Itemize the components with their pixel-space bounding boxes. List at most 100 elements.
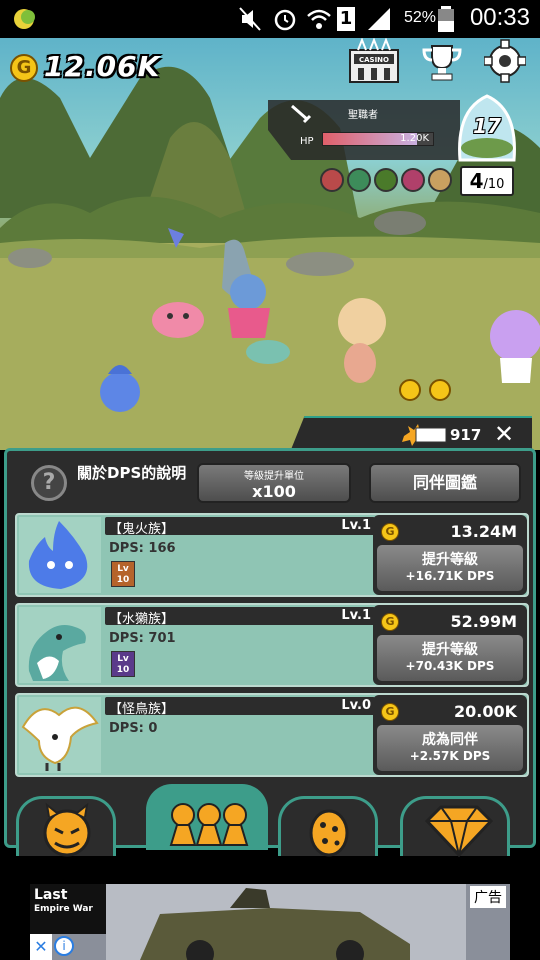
- wave-counter: 4/10: [460, 166, 514, 196]
- hp-label: HP: [300, 136, 314, 147]
- unit-level: Lv.0: [341, 698, 371, 713]
- hp-value: 1.20K: [400, 133, 429, 144]
- level-unit-title: 等級提升單位: [244, 471, 304, 482]
- unit-level: Lv.1: [341, 608, 371, 623]
- gem-icon: [424, 805, 494, 858]
- cost-bar: G 20.00K: [377, 699, 523, 725]
- dps-gain: +70.43K DPS: [405, 659, 495, 673]
- dps-gain: +2.57K DPS: [409, 749, 491, 763]
- battery-percent: 52%: [403, 9, 436, 26]
- wave-current: 4: [469, 169, 484, 193]
- companion-row[interactable]: 【鬼火族】 Lv.1 DPS: 166 Lv 10 G 13.24M 提升等級 +…: [15, 513, 529, 597]
- signal-icon: [368, 8, 390, 30]
- unit-name-bar: 【怪鳥族】 Lv.0: [105, 697, 375, 717]
- upgrade-action[interactable]: 提升等級 +16.71K DPS: [377, 545, 523, 591]
- coin-icon: G: [381, 523, 399, 541]
- cost-bar: G 52.99M: [377, 609, 523, 635]
- battery-icon: [438, 6, 454, 32]
- coin-total: 12.06K: [44, 50, 161, 83]
- egg-icon: [309, 809, 349, 857]
- help-icon[interactable]: ?: [31, 465, 67, 501]
- coin-icon: G: [381, 613, 399, 631]
- upgrade-cost: 52.99M: [450, 612, 517, 631]
- dark-element-icon: [401, 168, 425, 192]
- stage-indicator[interactable]: 17 4/10: [452, 90, 522, 198]
- sim-icon: 1: [337, 7, 355, 31]
- companion-row[interactable]: 【水獺族】 Lv.1 DPS: 701 Lv 10 G 52.99M 提升等級 +…: [15, 603, 529, 687]
- tab-hero[interactable]: [16, 796, 116, 857]
- game-scene[interactable]: G 12.06K CASINO 聖職者 HP 1.20K 17 4/10: [0, 38, 540, 450]
- upgrade-button[interactable]: G 13.24M 提升等級 +16.71K DPS: [373, 515, 527, 595]
- status-bar: 1 52% 00:33: [0, 0, 540, 38]
- unit-level: Lv.1: [341, 518, 371, 533]
- otter-portrait: [19, 607, 101, 683]
- tab-gems[interactable]: [400, 796, 510, 858]
- unit-dps: DPS: 701: [109, 631, 176, 646]
- unit-name: 【鬼火族】: [109, 522, 175, 537]
- stage-number: 17: [473, 114, 501, 138]
- strange-bird-portrait: [19, 697, 101, 773]
- demon-face-icon: [43, 802, 91, 857]
- fire-element-icon: [320, 168, 344, 192]
- ad-close-button[interactable]: ✕: [30, 934, 52, 960]
- earth-element-icon: [374, 168, 398, 192]
- will-o-wisp-portrait: [19, 517, 101, 593]
- bottom-tabs: [4, 784, 536, 858]
- ad-info-icon[interactable]: i: [54, 936, 74, 956]
- alarm-icon: [274, 9, 296, 31]
- casino-icon[interactable]: CASINO: [348, 38, 400, 84]
- unit-dps: DPS: 166: [109, 541, 176, 556]
- gear-icon[interactable]: [484, 38, 526, 84]
- upgrade-label: 提升等級: [422, 552, 478, 568]
- upgrade-cost: 13.24M: [450, 522, 517, 541]
- level-badge: Lv 10: [111, 561, 135, 587]
- tab-eggs[interactable]: [278, 796, 378, 857]
- unit-name-bar: 【水獺族】 Lv.1: [105, 607, 375, 627]
- wave-total: /10: [483, 177, 505, 192]
- unit-dps: DPS: 0: [109, 721, 158, 736]
- level-badge: Lv 10: [111, 651, 135, 677]
- launcher-icon: [14, 9, 35, 29]
- unit-name: 【水獺族】: [109, 612, 175, 627]
- recruit-button[interactable]: G 20.00K 成為同伴 +2.57K DPS: [373, 695, 527, 775]
- mute-icon: [239, 7, 261, 31]
- clock: 00:33: [469, 4, 530, 31]
- light-element-icon: [428, 168, 452, 192]
- companion-row[interactable]: 【怪鳥族】 Lv.0 DPS: 0 G 20.00K 成為同伴 +2.57K D…: [15, 693, 529, 777]
- kill-count: 917: [450, 426, 482, 444]
- level-unit-value: x100: [252, 482, 296, 501]
- tab-companions[interactable]: [146, 784, 268, 850]
- close-panel-button[interactable]: ✕: [494, 420, 514, 448]
- boss-name: 聖職者: [348, 110, 378, 121]
- recruit-cost: 20.00K: [453, 702, 517, 721]
- cost-bar: G 13.24M: [377, 519, 523, 545]
- sword-icon: [291, 104, 312, 124]
- dps-gain: +16.71K DPS: [405, 569, 495, 583]
- wind-element-icon: [347, 168, 371, 192]
- ad-label: 广告: [470, 886, 506, 908]
- coin-icon: G: [381, 703, 399, 721]
- level-unit-button[interactable]: 等級提升單位 x100: [197, 463, 351, 503]
- companions-icon: [169, 803, 249, 846]
- ad-logo-sub: Empire War: [34, 904, 93, 914]
- wifi-icon: [307, 9, 331, 29]
- companion-codex-button[interactable]: 同伴圖鑑: [369, 463, 521, 503]
- unit-name-bar: 【鬼火族】 Lv.1: [105, 517, 375, 537]
- unit-name: 【怪鳥族】: [109, 702, 175, 717]
- ad-logo-title: Last: [34, 887, 68, 903]
- dps-help-link[interactable]: 關於DPS的說明: [77, 463, 187, 484]
- upgrade-label: 提升等級: [422, 642, 478, 658]
- recruit-action[interactable]: 成為同伴 +2.57K DPS: [377, 725, 523, 771]
- ad-banner[interactable]: Last Empire War 广告 ✕ i: [30, 884, 510, 960]
- ad-logo: Last Empire War: [30, 884, 106, 934]
- hp-bar: 1.20K: [322, 132, 434, 146]
- upgrade-action[interactable]: 提升等級 +70.43K DPS: [377, 635, 523, 681]
- coin-icon: G: [10, 54, 38, 82]
- kill-icon: [402, 424, 447, 446]
- element-icons: [320, 168, 452, 192]
- boss-info-panel: 聖職者 HP 1.20K: [268, 100, 460, 160]
- upgrade-button[interactable]: G 52.99M 提升等級 +70.43K DPS: [373, 605, 527, 685]
- trophy-icon[interactable]: [420, 38, 464, 84]
- casino-label: CASINO: [359, 56, 389, 64]
- recruit-label: 成為同伴: [422, 732, 478, 748]
